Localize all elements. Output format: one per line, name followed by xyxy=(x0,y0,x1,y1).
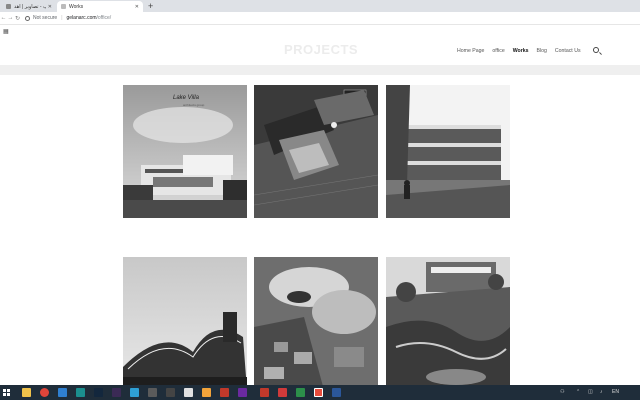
app-icon[interactable] xyxy=(238,388,247,397)
browser-tab-strip: ایماژ تاپ - تصاویر | اهد ✕ Works ✕ + xyxy=(0,0,640,12)
menu-item-home[interactable]: Home Page xyxy=(457,48,484,54)
menu-item-blog[interactable]: Blog xyxy=(536,48,546,54)
back-icon[interactable]: ← xyxy=(0,15,7,21)
tray-people-icon[interactable]: ⚇ xyxy=(560,389,564,395)
acrobat-icon[interactable] xyxy=(260,388,269,397)
tab-title: ایماژ تاپ - تصاویر | اهد xyxy=(14,3,46,10)
tab-favicon-icon xyxy=(6,4,11,9)
menu-item-office[interactable]: office xyxy=(492,48,504,54)
photoshop-icon[interactable] xyxy=(94,388,103,397)
app-icon[interactable] xyxy=(130,388,139,397)
chrome-active-icon[interactable] xyxy=(314,388,323,397)
tile-caption: Lake Villa xyxy=(173,95,199,101)
browser-tab-active[interactable]: Works ✕ xyxy=(57,1,143,12)
apps-grid-icon[interactable]: ▦ xyxy=(3,28,9,35)
app-icon[interactable] xyxy=(202,388,211,397)
app-icon[interactable] xyxy=(296,388,305,397)
menu-item-works[interactable]: Works xyxy=(513,48,529,54)
taskbar: ⚇ ⌃ ◫ ♪ EN xyxy=(0,385,640,400)
project-tile[interactable] xyxy=(254,257,378,390)
volume-icon[interactable]: ♪ xyxy=(600,389,603,395)
network-icon[interactable]: ◫ xyxy=(588,389,593,395)
project-image-pavilion xyxy=(123,257,247,390)
language-indicator[interactable]: EN xyxy=(612,389,619,395)
url-field[interactable]: gelanarc.com/office/ xyxy=(67,15,112,21)
bookmarks-bar: ▦ xyxy=(0,26,640,36)
tray-up-arrow-icon[interactable]: ⌃ xyxy=(576,389,580,395)
tab-favicon-icon xyxy=(61,4,66,9)
app-icon[interactable] xyxy=(58,388,67,397)
tab-title: Works xyxy=(69,3,84,10)
reload-icon[interactable]: ↻ xyxy=(14,15,21,22)
project-image-masterplan xyxy=(254,257,378,390)
after-effects-icon[interactable] xyxy=(112,388,121,397)
search-icon[interactable] xyxy=(593,47,599,53)
autocad-icon[interactable] xyxy=(278,388,287,397)
new-tab-button[interactable]: + xyxy=(148,1,153,11)
tile-subtitle: architects group xyxy=(183,103,205,107)
app-icon[interactable] xyxy=(220,388,229,397)
site-header: PROJECTS Home Page office Works Blog Con… xyxy=(0,37,640,65)
menu-item-contact[interactable]: Contact Us xyxy=(555,48,581,54)
project-image-park xyxy=(386,257,510,390)
info-icon[interactable] xyxy=(25,15,30,21)
main-menu: Home Page office Works Blog Contact Us xyxy=(457,48,589,54)
security-label: Not secure xyxy=(33,15,58,21)
windows-start-icon[interactable] xyxy=(3,389,10,396)
project-image-terrace xyxy=(386,85,510,218)
project-tile[interactable] xyxy=(254,85,378,218)
app-icon[interactable] xyxy=(166,388,175,397)
url-path: /office/ xyxy=(96,15,112,21)
project-tile[interactable] xyxy=(386,257,510,390)
word-icon[interactable] xyxy=(332,388,341,397)
tab-close-icon[interactable]: ✕ xyxy=(135,4,139,10)
app-icon[interactable] xyxy=(148,388,157,397)
chrome-icon[interactable] xyxy=(40,388,49,397)
app-icon[interactable] xyxy=(184,388,193,397)
browser-tab[interactable]: ایماژ تاپ - تصاویر | اهد ✕ xyxy=(2,1,56,12)
app-icon[interactable] xyxy=(76,388,85,397)
address-bar: ← → ↻ Not secure | gelanarc.com/office/ xyxy=(0,12,640,25)
file-explorer-icon[interactable] xyxy=(22,388,31,397)
tab-close-icon[interactable]: ✕ xyxy=(48,4,52,10)
url-host: gelanarc.com xyxy=(66,15,97,21)
project-tile[interactable] xyxy=(123,257,247,390)
project-image-interior xyxy=(254,85,378,218)
project-tile[interactable] xyxy=(386,85,510,218)
page-title: PROJECTS xyxy=(284,42,359,57)
project-tile[interactable]: Lake Villa architects group xyxy=(123,85,247,218)
address-separator: | xyxy=(61,15,63,21)
forward-icon[interactable]: → xyxy=(7,15,14,21)
header-divider-band xyxy=(0,65,640,75)
